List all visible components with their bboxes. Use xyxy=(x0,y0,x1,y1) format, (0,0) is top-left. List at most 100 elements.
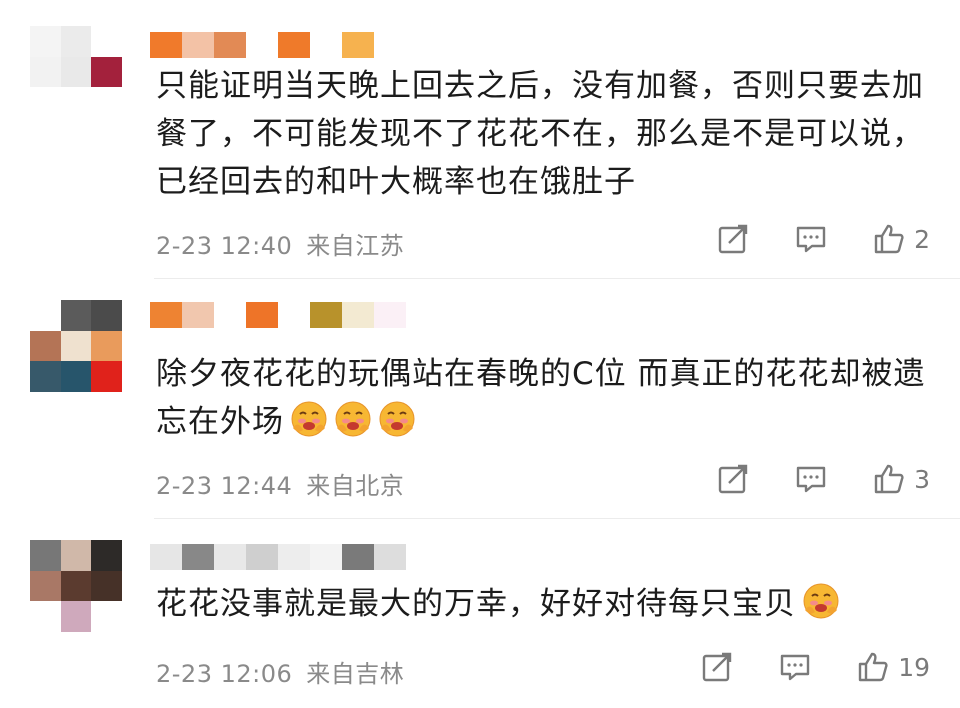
thumbs-up-icon xyxy=(874,464,904,494)
timestamp: 2-23 12:44 xyxy=(156,472,293,500)
divider xyxy=(154,278,960,279)
avatar-mosaic-cell xyxy=(30,540,61,571)
avatar-mosaic-cell xyxy=(60,26,92,57)
username-mosaic-cell xyxy=(182,544,214,570)
username-mosaic-cell xyxy=(278,544,310,570)
avatar-mosaic-cell xyxy=(30,570,61,602)
avatar-mosaic-cell xyxy=(30,56,61,88)
avatar-mosaic-cell xyxy=(30,300,61,331)
username-mosaic-cell xyxy=(374,302,406,328)
username-mosaic-cell xyxy=(246,544,278,570)
avatar-mosaic-cell xyxy=(60,601,92,632)
comment-button[interactable] xyxy=(794,462,828,496)
username-mosaic-cell xyxy=(246,32,278,58)
avatar-mosaic-cell xyxy=(91,300,122,331)
repost-button[interactable] xyxy=(716,222,750,256)
username-mosaic-cell xyxy=(310,32,342,58)
like-button[interactable]: 19 xyxy=(856,650,930,684)
hug-emoji-icon xyxy=(378,400,416,438)
avatar-mosaic-cell xyxy=(91,570,122,602)
comment-button[interactable] xyxy=(794,222,828,256)
share-edit-icon xyxy=(702,652,732,682)
avatar-mosaic-cell xyxy=(30,87,61,118)
avatar-mosaic-cell xyxy=(60,56,92,88)
comment-text: 花花没事就是最大的万幸，好好对待每只宝贝 xyxy=(156,580,926,628)
comment-actions: 3 xyxy=(716,462,930,496)
avatar-mosaic-cell xyxy=(91,361,122,392)
username-mosaic-cell xyxy=(342,32,374,58)
username-mosaic-cell xyxy=(246,302,278,328)
emoji-group xyxy=(796,583,840,622)
username-mosaic-cell xyxy=(310,544,342,570)
location: 来自北京 xyxy=(306,472,405,500)
hug-emoji-icon xyxy=(802,582,840,620)
avatar-mosaic-cell xyxy=(91,601,122,632)
thumbs-up-icon xyxy=(858,652,888,682)
like-count: 3 xyxy=(914,464,930,494)
share-edit-icon xyxy=(718,464,748,494)
timestamp: 2-23 12:06 xyxy=(156,660,293,688)
avatar-mosaic-cell xyxy=(91,540,122,571)
username-mosaic-cell xyxy=(342,544,374,570)
username-mosaic-cell xyxy=(214,544,246,570)
comment-icon xyxy=(796,466,826,493)
comment-actions: 19 xyxy=(700,650,930,684)
avatar-mosaic-cell xyxy=(30,330,61,362)
username-mosaic-cell xyxy=(214,302,246,328)
avatar-mosaic-cell xyxy=(91,26,122,57)
username-mosaic-cell xyxy=(214,32,246,58)
hug-emoji-icon xyxy=(290,400,328,438)
timestamp: 2-23 12:40 xyxy=(156,232,293,260)
avatar[interactable] xyxy=(30,26,122,118)
comment-actions: 2 xyxy=(716,222,930,256)
username-mosaic-cell xyxy=(278,302,310,328)
divider xyxy=(154,518,960,519)
comment-body: 除夕夜花花的玩偶站在春晚的C位 而真正的花花却被遗忘在外场 xyxy=(156,356,926,440)
comment-item: 花花没事就是最大的万幸，好好对待每只宝贝 2-23 12:06 来自吉林 19 xyxy=(0,520,960,708)
like-count: 2 xyxy=(914,224,930,254)
username[interactable] xyxy=(150,32,374,58)
avatar-mosaic-cell xyxy=(60,540,92,571)
comment-meta: 2-23 12:40 来自江苏 xyxy=(156,226,418,261)
like-button[interactable]: 3 xyxy=(872,462,930,496)
avatar-mosaic-cell xyxy=(60,570,92,602)
avatar[interactable] xyxy=(30,300,122,392)
location: 来自吉林 xyxy=(306,660,405,688)
repost-button[interactable] xyxy=(700,650,734,684)
comment-item: 除夕夜花花的玩偶站在春晚的C位 而真正的花花却被遗忘在外场 2-23 12:44… xyxy=(0,280,960,518)
comment-text: 只能证明当天晚上回去之后，没有加餐，否则只要去加餐了，不可能发现不了花花不在，那… xyxy=(156,68,924,200)
comment-button[interactable] xyxy=(778,650,812,684)
comment-icon xyxy=(780,654,810,681)
username-mosaic-cell xyxy=(150,32,182,58)
avatar-mosaic-cell xyxy=(60,330,92,362)
username[interactable] xyxy=(150,302,406,328)
avatar-mosaic-cell xyxy=(60,361,92,392)
repost-button[interactable] xyxy=(716,462,750,496)
hug-emoji-icon xyxy=(334,400,372,438)
avatar[interactable] xyxy=(30,540,122,632)
like-count: 19 xyxy=(898,652,930,682)
avatar-mosaic-cell xyxy=(30,361,61,392)
share-edit-icon xyxy=(718,224,748,254)
comment-icon xyxy=(796,226,826,253)
avatar-mosaic-cell xyxy=(91,56,122,88)
avatar-mosaic-cell xyxy=(30,601,61,632)
username-mosaic-cell xyxy=(342,302,374,328)
username-mosaic-cell xyxy=(278,32,310,58)
username[interactable] xyxy=(150,544,406,570)
username-mosaic-cell xyxy=(150,302,182,328)
like-button[interactable]: 2 xyxy=(872,222,930,256)
emoji-group xyxy=(284,401,416,440)
avatar-mosaic-cell xyxy=(91,330,122,362)
comment-item: 只能证明当天晚上回去之后，没有加餐，否则只要去加餐了，不可能发现不了花花不在，那… xyxy=(0,0,960,278)
comment-text: 除夕夜花花的玩偶站在春晚的C位 而真正的花花却被遗忘在外场 xyxy=(156,350,926,446)
avatar-mosaic-cell xyxy=(60,87,92,118)
comment-meta: 2-23 12:06 来自吉林 xyxy=(156,654,418,689)
username-mosaic-cell xyxy=(150,544,182,570)
comment-meta: 2-23 12:44 来自北京 xyxy=(156,466,418,501)
location: 来自江苏 xyxy=(306,232,405,260)
username-mosaic-cell xyxy=(182,302,214,328)
avatar-mosaic-cell xyxy=(30,26,61,57)
avatar-mosaic-cell xyxy=(91,87,122,118)
username-mosaic-cell xyxy=(310,302,342,328)
